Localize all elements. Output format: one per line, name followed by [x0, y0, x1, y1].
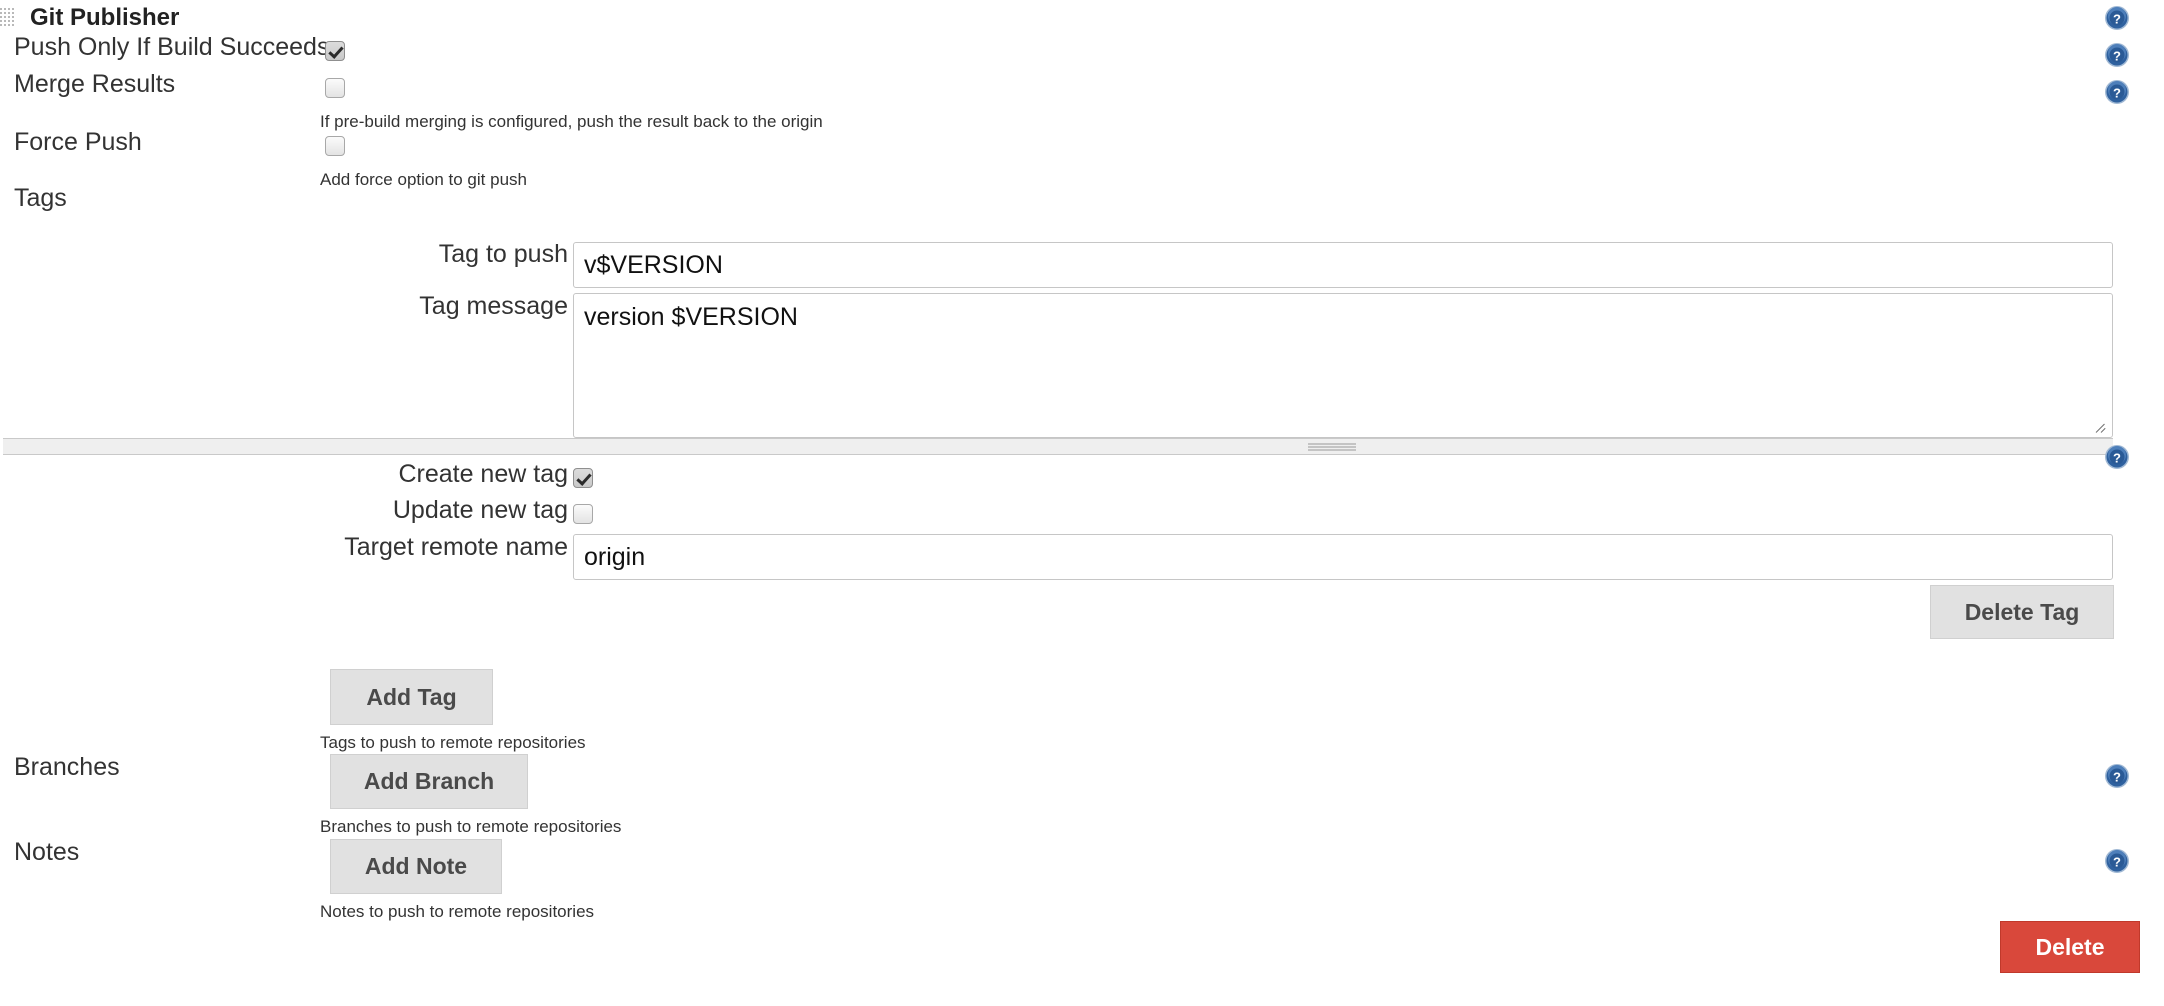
description-merge-results: If pre-build merging is configured, push… [320, 112, 823, 131]
description-branches: Branches to push to remote repositories [320, 817, 622, 836]
help-icon-branches[interactable]: ? [2104, 763, 2130, 789]
description-tags: Tags to push to remote repositories [320, 733, 586, 752]
svg-text:?: ? [2113, 451, 2121, 466]
label-merge-results: Merge Results [14, 70, 176, 98]
target-remote-name-input[interactable] [573, 534, 2113, 580]
label-target-remote-name: Target remote name [344, 533, 568, 561]
delete-button[interactable]: Delete [2000, 921, 2140, 973]
git-publisher-header: Git Publisher [0, 4, 179, 32]
delete-tag-button[interactable]: Delete Tag [1930, 585, 2114, 639]
label-force-push: Force Push [14, 128, 142, 156]
page-title: Git Publisher [30, 4, 180, 31]
add-tag-button[interactable]: Add Tag [330, 669, 493, 725]
section-label-branches: Branches [14, 753, 120, 781]
help-icon-push-only-if-build-succeeds[interactable]: ? [2104, 5, 2130, 31]
section-label-tags: Tags [14, 184, 67, 212]
help-icon-tags[interactable]: ? [2104, 444, 2130, 470]
drag-grip-icon[interactable] [0, 8, 16, 28]
tag-message-textarea[interactable]: version $VERSION [573, 293, 2113, 438]
add-note-button[interactable]: Add Note [330, 839, 502, 894]
checkbox-push-only-if-build-succeeds[interactable] [325, 41, 345, 61]
svg-text:?: ? [2113, 49, 2121, 64]
horizontal-scrollbar[interactable] [3, 438, 2113, 455]
label-create-new-tag: Create new tag [398, 460, 568, 488]
label-tag-to-push: Tag to push [438, 240, 568, 268]
description-force-push: Add force option to git push [320, 170, 527, 189]
checkbox-create-new-tag[interactable] [573, 468, 593, 488]
svg-text:?: ? [2113, 86, 2121, 101]
help-icon-notes[interactable]: ? [2104, 848, 2130, 874]
checkbox-force-push[interactable] [325, 136, 345, 156]
svg-text:?: ? [2113, 855, 2121, 870]
checkbox-update-new-tag[interactable] [573, 504, 593, 524]
section-label-notes: Notes [14, 838, 80, 866]
tag-to-push-input[interactable] [573, 242, 2113, 288]
label-push-only-if-build-succeeds: Push Only If Build Succeeds [14, 33, 330, 61]
label-tag-message: Tag message [419, 292, 568, 320]
checkbox-merge-results[interactable] [325, 78, 345, 98]
help-icon-merge-results[interactable]: ? [2104, 42, 2130, 68]
description-notes: Notes to push to remote repositories [320, 902, 595, 921]
add-branch-button[interactable]: Add Branch [330, 754, 528, 809]
help-icon-force-push[interactable]: ? [2104, 79, 2130, 105]
svg-text:?: ? [2113, 770, 2121, 785]
svg-text:?: ? [2113, 12, 2121, 27]
label-update-new-tag: Update new tag [392, 496, 568, 524]
scrollbar-thumb[interactable] [1308, 441, 1356, 452]
